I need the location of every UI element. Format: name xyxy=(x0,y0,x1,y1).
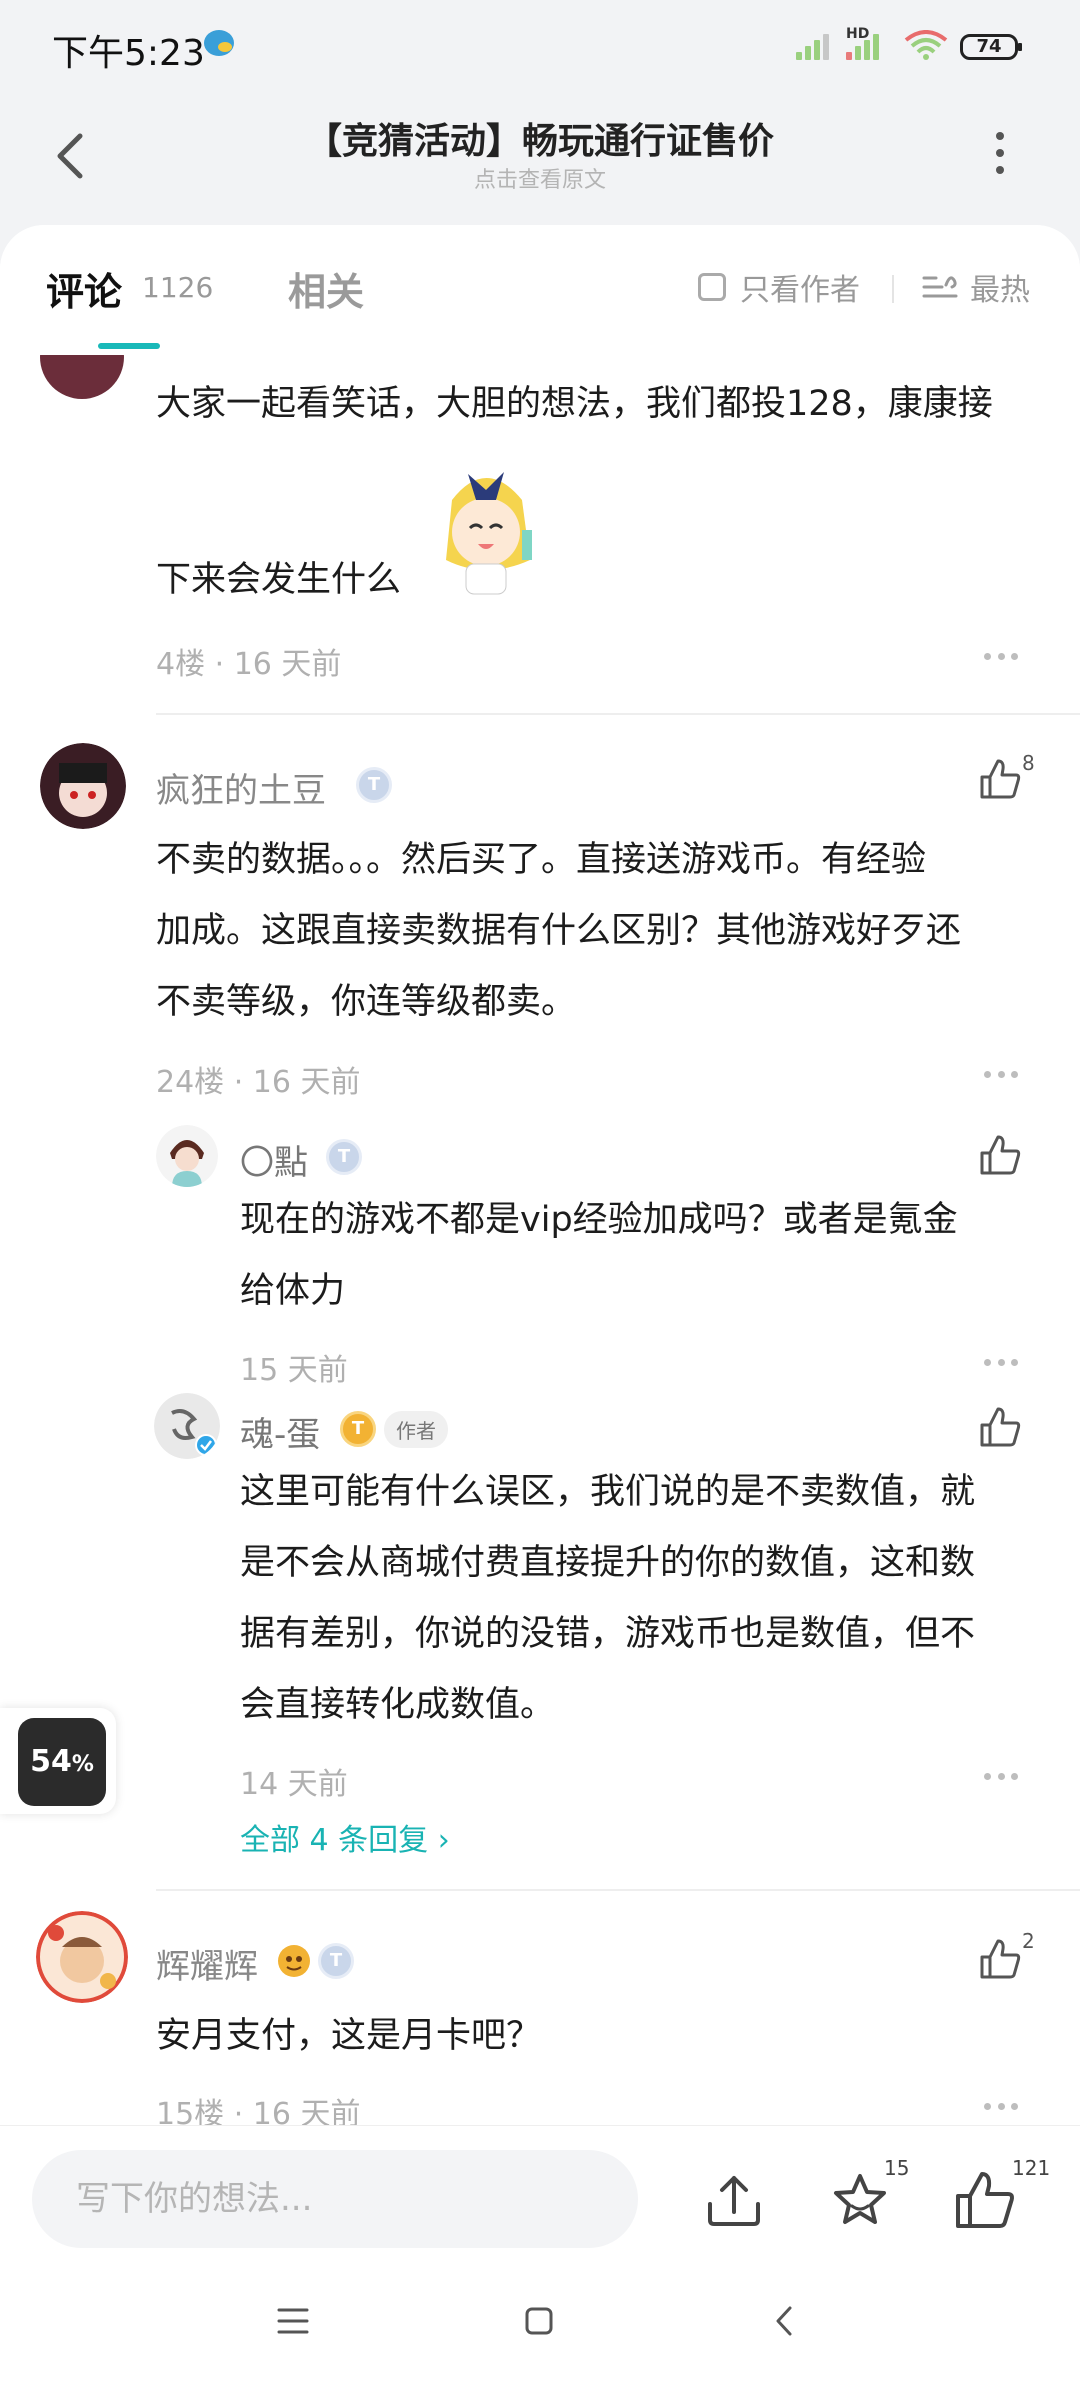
reply-text: 会直接转化成数值。 xyxy=(240,1685,556,1725)
comment-divider xyxy=(156,713,1080,715)
more-vertical-icon[interactable] xyxy=(990,132,1010,182)
sort-button[interactable]: 最热 xyxy=(922,267,1030,308)
home-icon[interactable] xyxy=(524,2306,554,2336)
comment-text: 安月支付，这是月卡吧？ xyxy=(156,2016,542,2056)
more-options-icon[interactable] xyxy=(984,1359,1018,1369)
comments-count: 1126 xyxy=(142,271,214,304)
tab-related[interactable]: 相关 xyxy=(288,261,364,316)
system-navigation-bar xyxy=(0,2260,1080,2400)
comment-text: 下来会发生什么 xyxy=(156,560,402,600)
author-tag: 作者 xyxy=(384,1411,448,1448)
tab-comments[interactable]: 评论 xyxy=(46,261,122,316)
more-options-icon[interactable] xyxy=(984,653,1018,663)
comment-meta: 15楼 · 16 天前 xyxy=(156,2097,361,2125)
avatar[interactable] xyxy=(36,1911,128,2003)
header: 【竞猜活动】畅玩通行证售价 点击查看原文 xyxy=(0,90,1080,225)
more-options-icon[interactable] xyxy=(984,2103,1018,2113)
comment-username[interactable]: 辉耀辉 xyxy=(156,1939,258,1988)
avatar[interactable] xyxy=(154,1393,220,1459)
like-icon[interactable] xyxy=(978,1133,1022,1177)
reply-text: 现在的游戏不都是vip经验加成吗？或者是氪金 xyxy=(240,1200,958,1240)
status-bar: 下午5:23 HD 74 xyxy=(0,0,1080,90)
floating-progress-widget[interactable]: 54% xyxy=(0,1708,116,1814)
view-original-link[interactable]: 点击查看原文 xyxy=(0,162,1080,194)
comment-input[interactable]: 写下你的想法... xyxy=(32,2150,638,2248)
reply-text: 这里可能有什么误区，我们说的是不卖数值，就 xyxy=(240,1472,976,1512)
comment-meta: 24楼 · 16 天前 xyxy=(156,1065,361,1100)
view-all-replies-link[interactable]: 全部 4 条回复 › xyxy=(240,1815,450,1859)
emoji-badge-icon xyxy=(278,1945,310,1977)
comment-text: 不卖等级，你连等级都卖。 xyxy=(156,982,577,1022)
more-options-icon[interactable] xyxy=(984,1071,1018,1081)
comment-username[interactable]: 疯狂的土豆 xyxy=(156,763,326,812)
sort-icon xyxy=(922,276,958,298)
comment-text: 大家一起看笑话，大胆的想法，我们都投128，康康接 xyxy=(156,384,993,424)
comment-meta: 4楼 · 16 天前 xyxy=(156,647,342,682)
app-notification-icon xyxy=(204,30,234,56)
checkbox-icon[interactable] xyxy=(698,273,726,301)
progress-percent: 54% xyxy=(18,1718,106,1806)
battery-icon: 74 xyxy=(960,34,1022,60)
more-options-icon[interactable] xyxy=(984,1773,1018,1783)
like-icon[interactable] xyxy=(978,1937,1022,1981)
like-icon[interactable] xyxy=(978,757,1022,801)
sticker-image xyxy=(446,472,532,595)
avatar[interactable] xyxy=(40,743,126,829)
active-tab-indicator xyxy=(98,343,160,349)
reply-username[interactable]: 〇點 xyxy=(240,1135,308,1184)
favorites-count: 15 xyxy=(884,2156,910,2180)
page-title[interactable]: 【竞猜活动】畅玩通行证售价 xyxy=(0,112,1080,164)
comment-text: 加成。这跟直接卖数据有什么区别？其他游戏好歹还 xyxy=(156,911,962,951)
status-time: 下午5:23 xyxy=(52,33,205,74)
sort-label: 最热 xyxy=(970,273,1030,308)
likes-count: 121 xyxy=(1012,2156,1051,2180)
comment-text: 不卖的数据。。。然后买了。直接送游戏币。有经验 xyxy=(156,840,927,880)
like-icon[interactable] xyxy=(952,2168,1016,2232)
like-count: 8 xyxy=(1022,751,1035,775)
author-only-label: 只看作者 xyxy=(740,273,860,308)
level-badge-icon: T xyxy=(356,767,392,803)
back-nav-icon[interactable] xyxy=(772,2304,796,2338)
reply-username[interactable]: 魂-蛋 xyxy=(240,1407,320,1456)
bottom-action-bar: 写下你的想法... 15 121 xyxy=(0,2125,1080,2260)
reply-text: 是不会从商城付费直接提升的你的数值，这和数 xyxy=(240,1543,976,1583)
like-count: 2 xyxy=(1022,1929,1035,1953)
reply-meta: 15 天前 xyxy=(240,1353,348,1388)
signal-icon xyxy=(796,30,838,60)
comments-sheet: 评论 1126 相关 只看作者 最热 大家一起看笑话，大胆的想法，我们都投128… xyxy=(0,225,1080,2125)
reply-text: 给体力 xyxy=(240,1271,346,1311)
signal-icon-2 xyxy=(846,30,888,60)
wifi-icon xyxy=(904,30,948,60)
all-replies-label: 全部 4 条回复 xyxy=(240,1823,429,1858)
share-icon[interactable] xyxy=(702,2168,766,2232)
progress-value: 54 xyxy=(30,1744,72,1779)
favorite-star-icon[interactable] xyxy=(828,2168,892,2232)
avatar[interactable] xyxy=(156,1125,218,1187)
level-badge-icon: T xyxy=(318,1943,354,1979)
author-only-toggle[interactable]: 只看作者 xyxy=(698,267,860,308)
level-badge-icon: T xyxy=(340,1411,376,1447)
reply-meta: 14 天前 xyxy=(240,1767,348,1802)
menu-icon[interactable] xyxy=(276,2306,310,2336)
reply-text: 据有差别，你说的没错，游戏币也是数值，但不 xyxy=(240,1614,976,1654)
like-icon[interactable] xyxy=(978,1405,1022,1449)
comment-divider xyxy=(156,1889,1080,1891)
progress-unit: % xyxy=(71,1752,94,1777)
comment-tabs: 评论 1126 相关 只看作者 最热 xyxy=(0,225,1080,355)
level-badge-icon: T xyxy=(326,1139,362,1175)
divider xyxy=(892,275,894,303)
